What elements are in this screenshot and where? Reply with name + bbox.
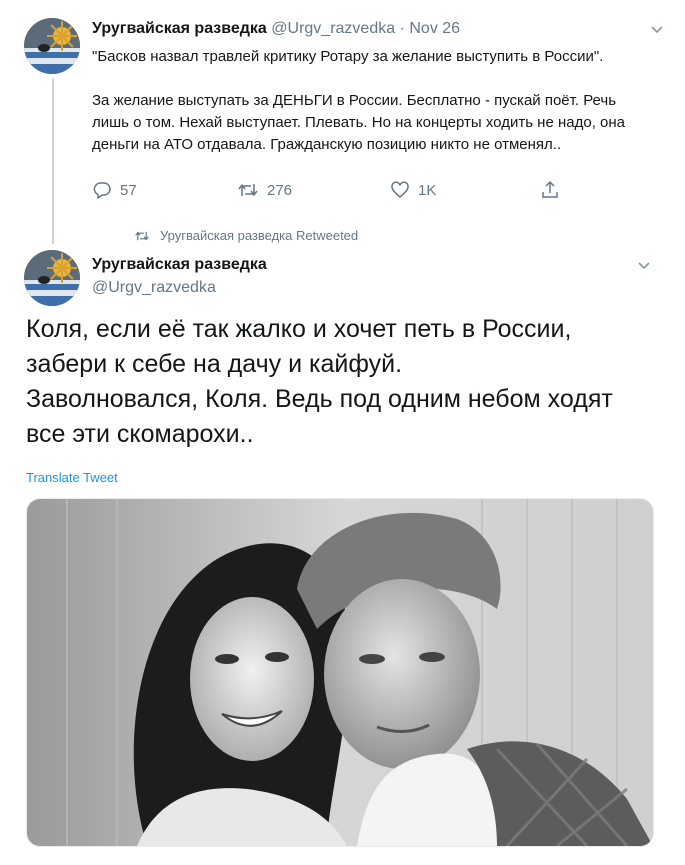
thread-connector-line	[52, 78, 54, 244]
share-button[interactable]	[540, 180, 560, 200]
tweet-photo[interactable]	[26, 498, 654, 847]
like-button[interactable]: 1K	[390, 180, 436, 200]
author-name[interactable]: Уругвайская разведка	[92, 256, 267, 274]
retweet-icon	[238, 184, 258, 196]
tweet-body-line: все эти скомарохи..	[26, 420, 254, 448]
retweet-count: 276	[267, 181, 293, 199]
tweet-body-line: Заволновался, Коля. Ведь под одним небом…	[26, 385, 613, 413]
like-count: 1K	[418, 181, 437, 199]
author-handle[interactable]: @Urgv_razvedka	[92, 279, 216, 297]
heart-icon	[391, 181, 409, 198]
retweet-button[interactable]: 276	[237, 180, 292, 200]
tweet-body-text: За желание выступать за ДЕНЬГИ в России.…	[92, 92, 625, 153]
photo-image	[27, 499, 653, 846]
tweet-actions: 57 276 1K	[92, 180, 572, 202]
reply-button[interactable]: 57	[92, 180, 137, 200]
tweet-date[interactable]: Nov 26	[409, 20, 460, 37]
tweet-body-text: Коля, если её так жалко и хочет петь в Р…	[26, 312, 656, 452]
tweet-quote-text: "Басков назвал травлей критику Ротару за…	[92, 48, 604, 65]
avatar[interactable]	[24, 250, 80, 306]
avatar-image	[24, 18, 80, 74]
avatar[interactable]	[24, 18, 80, 74]
share-icon	[542, 180, 558, 198]
tweet-body-line: Коля, если её так жалко и хочет петь в Р…	[26, 315, 572, 343]
reply-count: 57	[120, 181, 137, 199]
translate-tweet-link[interactable]: Translate Tweet	[26, 470, 118, 485]
author-handle[interactable]: @Urgv_razvedka	[271, 20, 395, 37]
separator-dot: ·	[399, 20, 405, 37]
chevron-down-icon[interactable]	[650, 22, 664, 36]
chevron-down-icon[interactable]	[637, 258, 651, 272]
avatar-image	[24, 250, 80, 306]
author-name[interactable]: Уругвайская разведка	[92, 20, 267, 37]
retweet-icon	[135, 231, 149, 240]
retweeted-by-label: Уругвайская разведка Retweeted	[160, 228, 359, 243]
tweet-body-line: забери к себе на дачу и кайфуй.	[26, 350, 403, 378]
reply-icon	[93, 182, 111, 199]
retweeted-by-note[interactable]: Уругвайская разведка Retweeted	[134, 228, 358, 243]
tweet-header: Уругвайская разведка @Urgv_razvedka · No…	[92, 20, 460, 38]
